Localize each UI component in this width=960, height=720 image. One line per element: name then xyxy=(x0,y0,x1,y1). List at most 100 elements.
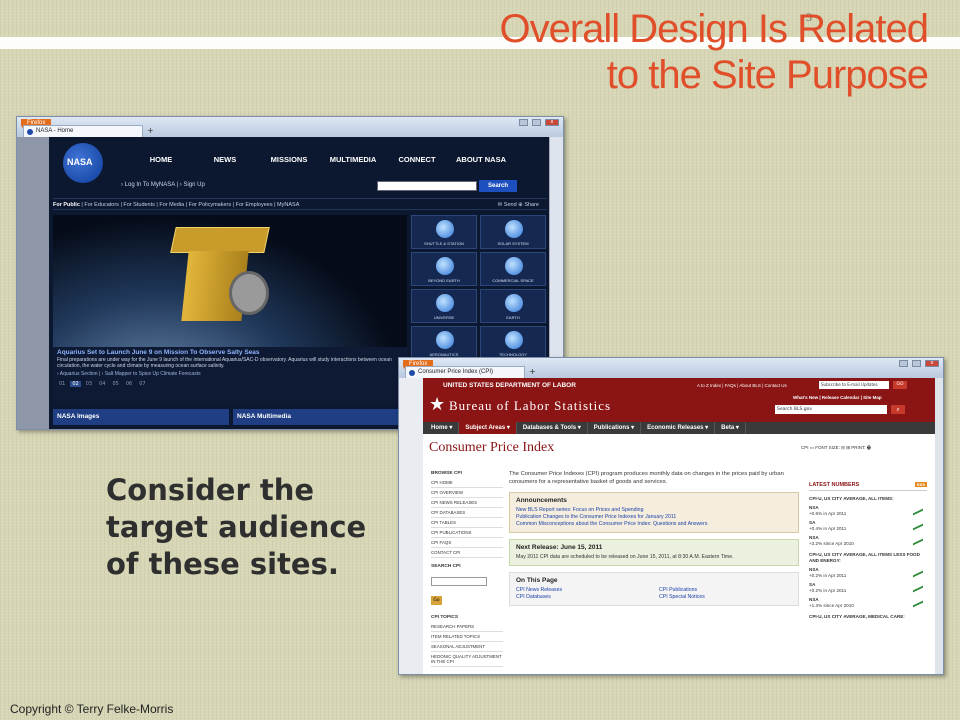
maximize-icon[interactable] xyxy=(912,360,921,367)
page-tools[interactable]: CPI ▭ FONT SIZE: ⊟ ⊞ PRINT: 🖶 xyxy=(801,444,871,452)
indicator-value: +0.6% in Apr 2011 xyxy=(809,511,847,516)
browser-tab[interactable]: NASA - Home xyxy=(23,125,143,137)
on-this-page-box: On This Page CPI News Releases CPI Public… xyxy=(509,572,799,606)
sidebar-item[interactable]: CONTACT CPI xyxy=(431,548,503,558)
topic-icon xyxy=(436,257,454,275)
nav-item[interactable]: Economic Releases ▾ xyxy=(641,422,716,434)
topic-icon xyxy=(436,294,454,312)
cpi-search-input[interactable] xyxy=(431,577,487,586)
copyright: Copyright © Terry Felke-Morris xyxy=(10,702,174,716)
department-name[interactable]: UNITED STATES DEPARTMENT OF LABOR xyxy=(443,382,576,389)
sidebar-item[interactable]: CPI FAQS xyxy=(431,538,503,548)
section-tab[interactable]: NASA Multimedia xyxy=(233,409,409,425)
rss-icon[interactable]: RSS xyxy=(914,482,927,487)
on-page-link[interactable]: CPI News Releases xyxy=(516,587,649,594)
topic-tile[interactable]: BEYOND EARTH xyxy=(411,252,477,286)
caption-links[interactable]: › Aquarius Section | › Salt Mapper to Sp… xyxy=(57,371,403,377)
scrollbar[interactable] xyxy=(935,378,943,674)
topic-item[interactable]: HEDONIC QUALITY ADJUSTMENT IN THE CPI xyxy=(431,652,503,667)
minimize-icon[interactable] xyxy=(899,360,908,367)
section-tab[interactable]: NASA Images xyxy=(53,409,229,425)
pager-item[interactable]: 05 xyxy=(111,381,121,387)
sidebar-item[interactable]: CPI TABLES xyxy=(431,518,503,528)
nav-item[interactable]: MISSIONS xyxy=(257,155,321,164)
hero-image[interactable] xyxy=(53,215,407,347)
on-page-link[interactable]: CPI Special Notices xyxy=(659,594,792,601)
pager-item[interactable]: 06 xyxy=(124,381,134,387)
indicator-row: NSA +0.6% in Apr 2011 xyxy=(809,505,927,517)
body-line-1: Consider the xyxy=(106,473,315,507)
slide-title: Overall Design Is Related to the Site Pu… xyxy=(499,6,929,98)
topic-icon xyxy=(505,257,523,275)
announcement-link[interactable]: New BLS Report series: Focus on Prices a… xyxy=(516,507,792,514)
search-icon[interactable]: ⌕ xyxy=(891,405,905,414)
pager-item[interactable]: 01 xyxy=(57,381,67,387)
nav-item[interactable]: ABOUT NASA xyxy=(449,155,513,164)
sidebar-item[interactable]: CPI OVERVIEW xyxy=(431,488,503,498)
browser-tab[interactable]: Consumer Price Index (CPI) xyxy=(405,366,525,378)
minimize-icon[interactable] xyxy=(519,119,528,126)
on-page-link[interactable]: CPI Publications xyxy=(659,587,792,594)
topic-item[interactable]: ITEM RELATED TOPICS xyxy=(431,632,503,642)
topic-item[interactable]: RESEARCH PAPERS xyxy=(431,622,503,632)
sidebar-item[interactable]: CPI HOME xyxy=(431,478,503,488)
sidebar-item[interactable]: CPI DATABASES xyxy=(431,508,503,518)
next-release-title: Next Release: June 15, 2011 xyxy=(516,544,603,551)
new-tab-icon[interactable]: + xyxy=(529,367,536,376)
nav-item[interactable]: CONNECT xyxy=(385,155,449,164)
announcement-link[interactable]: Publication Changes to the Consumer Pric… xyxy=(516,514,792,521)
topics-list: RESEARCH PAPERS ITEM RELATED TOPICS SEASON… xyxy=(431,622,503,667)
topic-tile[interactable]: SOLAR SYSTEM xyxy=(480,215,546,249)
topic-tile[interactable]: COMMERCIAL SPACE xyxy=(480,252,546,286)
pager-item[interactable]: 02 xyxy=(70,381,81,387)
nav-item[interactable]: MULTIMEDIA xyxy=(321,155,385,164)
new-tab-icon[interactable]: + xyxy=(147,126,154,135)
audience-label[interactable]: For Public xyxy=(53,202,80,208)
topic-tile[interactable]: SHUTTLE & STATION xyxy=(411,215,477,249)
nav-item[interactable]: Publications ▾ xyxy=(588,422,642,434)
maximize-icon[interactable] xyxy=(532,119,541,126)
bls-logo-name[interactable]: Bureau of Labor Statistics xyxy=(449,398,611,414)
audience-links[interactable]: | For Educators | For Students | For Med… xyxy=(81,202,299,208)
login-links[interactable]: › Log In To MyNASA | › Sign Up xyxy=(121,182,205,188)
sidebar-item[interactable]: CPI NEWS RELEASES xyxy=(431,498,503,508)
close-icon[interactable]: x xyxy=(545,119,559,126)
email-go-button[interactable]: GO xyxy=(893,381,907,389)
search-button[interactable]: Search xyxy=(479,180,517,192)
pager-item[interactable]: 03 xyxy=(84,381,94,387)
close-icon[interactable]: x xyxy=(925,360,939,367)
topic-tile[interactable]: UNIVERSE xyxy=(411,289,477,323)
top-links[interactable]: A to Z Index | FAQs | About BLS | Contac… xyxy=(697,383,787,388)
nav-item[interactable]: Beta ▾ xyxy=(715,422,746,434)
share-links[interactable]: ✉ Send ⊕ Share xyxy=(498,199,539,211)
cpi-search-go-button[interactable]: Go xyxy=(431,596,442,605)
bottom-sections: NASA Images NASA Multimedia xyxy=(53,409,409,425)
topic-item[interactable]: SEASONAL ADJUSTMENT xyxy=(431,642,503,652)
topic-tile[interactable]: AERONAUTICS xyxy=(411,326,477,360)
page-title: Consumer Price Index xyxy=(429,440,555,455)
pager-item[interactable]: 04 xyxy=(97,381,107,387)
nav-item[interactable]: Databases & Tools ▾ xyxy=(517,422,588,434)
topic-tile[interactable]: TECHNOLOGY xyxy=(480,326,546,360)
star-icon: ★ xyxy=(429,394,446,415)
topic-tile[interactable]: EARTH xyxy=(480,289,546,323)
indicator-heading: CPI-U, US CITY AVERAGE, MEDICAL CARE: xyxy=(809,614,905,619)
topic-icon xyxy=(505,331,523,349)
nav-item[interactable]: Home ▾ xyxy=(425,422,460,434)
search-input[interactable]: Search BLS.gov xyxy=(775,405,887,414)
email-field[interactable]: Subscribe to E-mail Updates xyxy=(819,381,889,389)
sidebar-item[interactable]: CPI PUBLICATIONS xyxy=(431,528,503,538)
pager-item[interactable]: 07 xyxy=(137,381,147,387)
headline-link[interactable]: Aquarius Set to Launch June 9 on Mission… xyxy=(57,349,403,356)
announcement-link[interactable]: Common Misconceptions about the Consumer… xyxy=(516,521,792,528)
nav-item[interactable]: HOME xyxy=(129,155,193,164)
indicator-value: +0.4% in Apr 2011 xyxy=(809,526,847,531)
topic-icon xyxy=(436,331,454,349)
search-input[interactable] xyxy=(377,181,477,191)
nasa-logo[interactable]: NASA xyxy=(63,143,103,183)
on-page-link[interactable]: CPI Databases xyxy=(516,594,649,601)
nav-item[interactable]: NEWS xyxy=(193,155,257,164)
utility-links[interactable]: What's New | Release Calendar | Site Map xyxy=(793,395,882,400)
nav-item[interactable]: Subject Areas ▾ xyxy=(459,422,517,434)
on-this-page-links: CPI News Releases CPI Publications CPI Dat… xyxy=(516,587,792,601)
